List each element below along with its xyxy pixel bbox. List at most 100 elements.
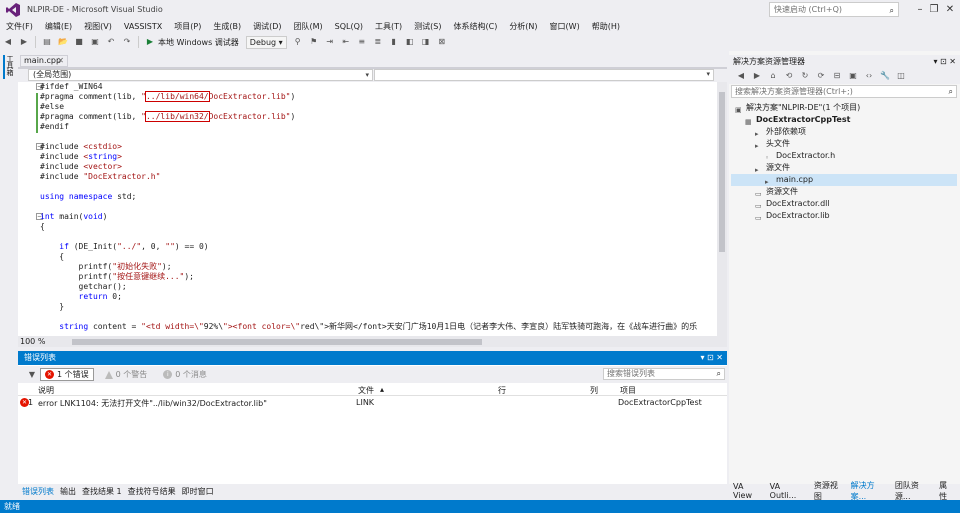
menu-item[interactable]: 测试(S) (408, 21, 447, 32)
indent-icon[interactable]: ⇥ (324, 36, 336, 48)
comment-icon[interactable]: ≡ (356, 36, 368, 48)
filter-icon[interactable]: ▼ (26, 369, 38, 381)
clear-bookmarks-icon[interactable]: ⊠ (436, 36, 448, 48)
menu-item[interactable]: 文件(F) (0, 21, 39, 32)
menu-item[interactable]: 调试(D) (247, 21, 287, 32)
menu-item[interactable]: 工具(T) (369, 21, 408, 32)
panel-tab[interactable]: 错误列表 (22, 486, 54, 497)
bookmark-icon[interactable]: ⚑ (308, 36, 320, 48)
menu-item[interactable]: 团队(M) (287, 21, 328, 32)
back-icon[interactable]: ◀ (2, 36, 14, 48)
tree-item[interactable]: ▸ 头文件 (731, 138, 957, 150)
tree-item[interactable]: ▸ main.cpp (731, 174, 957, 186)
tree-node-icon: ▭ (755, 213, 762, 222)
editor-vertical-scrollbar[interactable] (717, 82, 727, 336)
panel-tab[interactable]: 解决方案... (851, 480, 890, 502)
collapse-all-icon[interactable]: ⊟ (831, 70, 843, 82)
code-content[interactable]: #ifdef _WIN64 #pragma comment(lib, "../li… (40, 82, 717, 332)
undo-icon[interactable]: ↶ (105, 36, 117, 48)
run-debugger-button[interactable]: 本地 Windows 调试器 (158, 37, 239, 48)
close-tab-icon[interactable]: ✕ (57, 56, 64, 66)
panel-tab[interactable]: 资源视图 (814, 480, 846, 502)
tree-item[interactable]: ▸ 源文件 (731, 162, 957, 174)
outdent-icon[interactable]: ⇤ (340, 36, 352, 48)
view-code-icon[interactable]: ‹› (863, 70, 875, 82)
table-row[interactable]: ✕ 1 error LNK1104: 无法打开文件"../lib/win32/D… (18, 397, 727, 409)
show-all-files-icon[interactable]: ▣ (847, 70, 859, 82)
solution-explorer-search-input[interactable]: 搜索解决方案资源管理器(Ctrl+;) ⌕ (731, 85, 957, 98)
errors-filter-button[interactable]: ✕ 1 个错误 (40, 368, 94, 381)
tree-item[interactable]: ◦ DocExtractor.h (731, 150, 957, 162)
config-dropdown[interactable]: Debug ▾ (245, 35, 287, 49)
tree-item[interactable]: ▸ 外部依赖项 (731, 126, 957, 138)
panel-tab[interactable]: VA Outli... (770, 482, 809, 500)
open-file-icon[interactable]: 📂 (57, 36, 69, 48)
new-project-icon[interactable]: ▤ (41, 36, 53, 48)
horizontal-scroll-thumb[interactable] (72, 339, 482, 345)
save-all-icon[interactable]: ▣ (89, 36, 101, 48)
tree-item[interactable]: ▭ DocExtractor.lib (731, 210, 957, 222)
forward-icon[interactable]: ▶ (18, 36, 30, 48)
menu-item[interactable]: 窗口(W) (544, 21, 586, 32)
column-line[interactable]: 行 (498, 385, 506, 396)
error-list-search-input[interactable]: 搜索错误列表 ⌕ (603, 368, 725, 380)
tree-item[interactable]: ▭ 资源文件 (731, 186, 957, 198)
menu-item[interactable]: SQL(Q) (329, 22, 369, 31)
menu-item[interactable]: 体系结构(C) (447, 21, 503, 32)
menu-item[interactable]: 帮助(H) (586, 21, 626, 32)
toolbar-separator (138, 36, 139, 48)
toggle-bookmark-icon[interactable]: ▮ (388, 36, 400, 48)
column-desc[interactable]: 说明 (38, 385, 54, 396)
close-button[interactable]: ✕ (938, 2, 960, 17)
prev-bookmark-icon[interactable]: ◧ (404, 36, 416, 48)
menu-item[interactable]: 编辑(E) (39, 21, 78, 32)
home-icon[interactable]: ⌂ (767, 70, 779, 82)
scope-dropdown[interactable]: (全局范围) ▾ (28, 69, 373, 81)
forward-icon[interactable]: ▶ (751, 70, 763, 82)
pending-changes-icon[interactable]: ↻ (799, 70, 811, 82)
panel-controls-icon[interactable]: ▾ ⊡ ✕ (933, 55, 956, 68)
menu-item[interactable]: 视图(V) (78, 21, 118, 32)
sync-icon[interactable]: ⟲ (783, 70, 795, 82)
redo-icon[interactable]: ↷ (121, 36, 133, 48)
panel-tab[interactable]: 属性 (939, 480, 955, 502)
messages-filter-button[interactable]: i0 个消息 (158, 368, 212, 381)
tree-item[interactable]: ▭ DocExtractor.dll (731, 198, 957, 210)
code-line: #include <string> (40, 152, 122, 161)
panel-tab[interactable]: 团队资源... (895, 480, 934, 502)
panel-tab[interactable]: 输出 (60, 486, 76, 497)
menu-item[interactable]: 项目(P) (168, 21, 207, 32)
panel-tab[interactable]: 即时窗口 (182, 486, 214, 497)
member-dropdown[interactable]: ▾ (374, 69, 714, 81)
menu-item[interactable]: 分析(N) (503, 21, 543, 32)
preview-icon[interactable]: ◫ (895, 70, 907, 82)
menu-item[interactable]: VASSISTX (118, 22, 168, 31)
tree-item[interactable]: ▣ 解决方案"NLPIR-DE"(1 个项目) (731, 102, 957, 114)
save-icon[interactable]: ■ (73, 36, 85, 48)
panel-tab[interactable]: 查找符号结果 (128, 486, 176, 497)
next-bookmark-icon[interactable]: ◨ (420, 36, 432, 48)
panel-controls-icon[interactable]: ▾ ⊡ ✕ (700, 351, 723, 365)
panel-tab[interactable]: 查找结果 1 (82, 486, 122, 497)
zoom-level[interactable]: 100 % (20, 337, 45, 346)
properties-icon[interactable]: 🔧 (879, 70, 891, 82)
tree-item[interactable]: ▦ DocExtractorCppTest (731, 114, 957, 126)
column-col[interactable]: 列 (590, 385, 598, 396)
column-project[interactable]: 项目 (620, 385, 636, 396)
quick-launch-input[interactable]: 快速启动 (Ctrl+Q) ⌕ (769, 2, 899, 17)
menu-item[interactable]: 生成(B) (207, 21, 247, 32)
code-line: using namespace std; (40, 192, 137, 201)
code-line: int main(void) (40, 212, 108, 221)
tab-main-cpp[interactable]: main.cpp ✕ (20, 55, 68, 67)
scroll-thumb[interactable] (719, 92, 725, 252)
warnings-filter-button[interactable]: 0 个警告 (100, 368, 153, 381)
panel-tab[interactable]: VA View (733, 482, 765, 500)
start-debug-icon[interactable]: ▶ (144, 36, 156, 48)
toolbox-tab[interactable]: 工具箱 (3, 55, 15, 79)
uncomment-icon[interactable]: ≣ (372, 36, 384, 48)
find-icon[interactable]: ⚲ (292, 36, 304, 48)
column-file[interactable]: 文件 (358, 385, 374, 396)
refresh-icon[interactable]: ⟳ (815, 70, 827, 82)
back-icon[interactable]: ◀ (735, 70, 747, 82)
